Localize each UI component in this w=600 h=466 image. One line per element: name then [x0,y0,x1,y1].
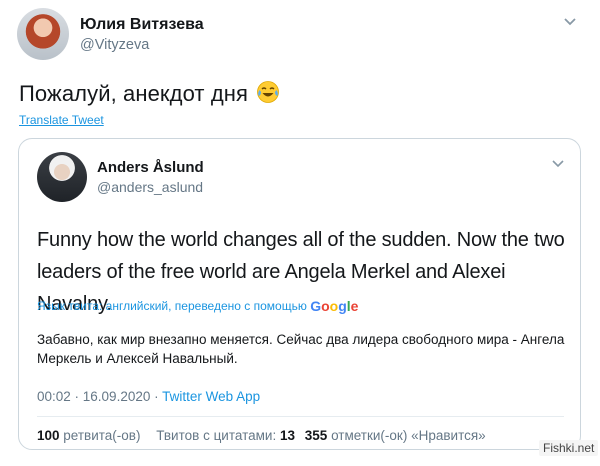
outer-author-handle[interactable]: @Vityzeva [80,37,149,53]
likes-stat[interactable]: 355 отметки(-ок) «Нравится» [305,428,486,443]
outer-author-name[interactable]: Юлия Витязева [80,16,204,34]
language-note-text: Язык твита: английский, переведено с пом… [37,299,307,313]
stats-divider [37,416,564,417]
translate-tweet-link[interactable]: Translate Tweet [19,113,104,127]
tweet-stats: 100 ретвита(-ов) Твитов с цитатами: 13 3… [37,428,486,443]
translated-text: Забавно, как мир внезапно меняется. Сейч… [37,332,565,366]
chevron-down-icon[interactable] [562,16,578,28]
tweet-source-app[interactable]: Twitter Web App [162,389,260,404]
outer-avatar[interactable] [17,8,69,60]
watermark: Fishki.net [539,440,599,456]
quoted-tweet-card[interactable]: Anders Åslund @anders_aslund Funny how t… [18,138,581,450]
tweet-text-content: Пожалуй, анекдот дня [19,81,249,106]
chevron-down-icon[interactable] [551,159,565,169]
quoted-author-handle[interactable]: @anders_aslund [97,179,203,195]
retweets-stat[interactable]: 100 ретвита(-ов) [37,428,140,443]
tweet-metadata: 00:02 · 16.09.2020 · Twitter Web App [37,389,260,404]
tears-of-joy-emoji-icon [257,81,280,103]
quoted-avatar[interactable] [37,152,87,202]
translation-language-note: Язык твита: английский, переведено с пом… [37,298,358,314]
tweet-timestamp[interactable]: 00:02 · 16.09.2020 · [37,389,159,404]
tweet-text: Пожалуй, анекдот дня [19,80,280,107]
quotes-stat[interactable]: Твитов с цитатами: 13 [156,428,295,443]
quoted-author-name[interactable]: Anders Åslund [97,159,204,176]
google-logo: Google [310,298,359,314]
